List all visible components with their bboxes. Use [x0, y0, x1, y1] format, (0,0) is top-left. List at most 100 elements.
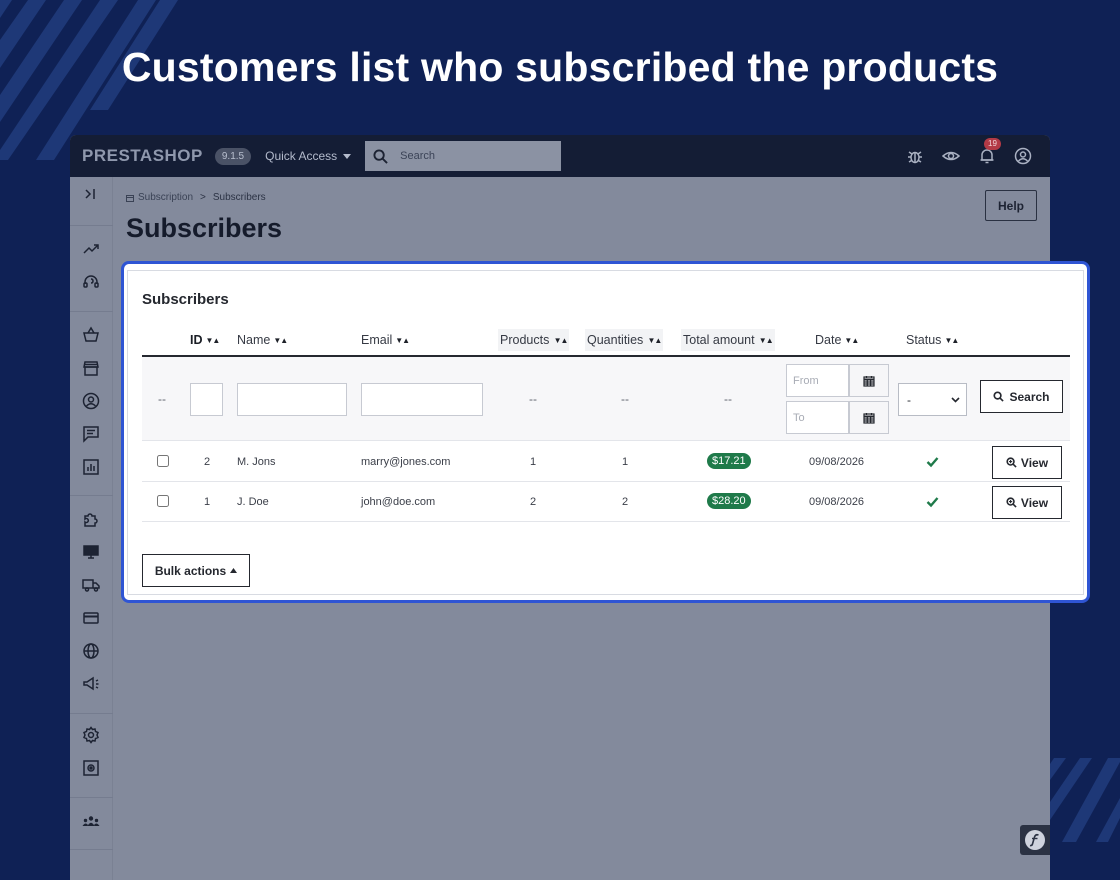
- bulk-actions-label: Bulk actions: [154, 563, 227, 578]
- megaphone-icon[interactable]: [82, 675, 100, 693]
- view-button[interactable]: View: [992, 486, 1062, 519]
- column-header-date[interactable]: Date ▼▲: [815, 329, 859, 351]
- caret-down-icon: [343, 153, 352, 159]
- column-header-status[interactable]: Status ▼▲: [906, 329, 959, 351]
- sidebar-divider: [70, 311, 113, 312]
- credit-card-icon[interactable]: [82, 609, 100, 627]
- filter-placeholder: --: [529, 392, 537, 406]
- cell-products: 1: [530, 456, 537, 468]
- calendar-icon: [863, 412, 875, 424]
- folder-icon: [126, 194, 134, 202]
- chevron-down-icon: [951, 396, 960, 403]
- search-icon: [993, 391, 1005, 402]
- notification-count: 19: [984, 138, 1001, 150]
- sidebar: [70, 177, 113, 880]
- name-filter-input[interactable]: [237, 383, 347, 416]
- globe-icon[interactable]: [82, 642, 100, 660]
- store-icon[interactable]: [82, 359, 100, 377]
- bell-icon[interactable]: 19: [978, 138, 1001, 165]
- symfony-icon[interactable]: [1020, 825, 1050, 855]
- sort-icon: ▼▲: [205, 335, 221, 345]
- column-label: Total amount: [683, 333, 755, 347]
- date-from-input[interactable]: [786, 364, 849, 397]
- view-button[interactable]: View: [992, 446, 1062, 479]
- cell-email: john@doe.com: [361, 496, 436, 508]
- check-icon: [926, 457, 939, 468]
- subscribers-card: Subscribers ID ▼▲ Name ▼▲ Email ▼▲ Products…: [127, 270, 1084, 595]
- top-search[interactable]: [365, 141, 562, 171]
- date-to-input[interactable]: [786, 401, 849, 434]
- stats-icon[interactable]: [82, 458, 100, 476]
- search-button-label: Search: [1009, 389, 1050, 404]
- column-label: ID: [190, 333, 203, 347]
- support-icon[interactable]: [82, 273, 100, 291]
- zoom-in-icon: [1006, 497, 1017, 508]
- table-row: 2 M. Jons marry@jones.com 1 1 $17.21 09/…: [142, 442, 1070, 482]
- top-bar: PRESTASHOP 9.1.5 Quick Access 19: [70, 135, 1050, 177]
- messages-icon[interactable]: [82, 425, 100, 443]
- sort-icon: ▼▲: [844, 335, 859, 345]
- monitor-icon[interactable]: [82, 543, 100, 561]
- column-label: Date: [815, 333, 842, 347]
- date-from-calendar-button[interactable]: [849, 364, 889, 397]
- puzzle-icon[interactable]: [82, 510, 100, 528]
- team-icon[interactable]: [82, 813, 100, 831]
- decorative-stripes: [1050, 758, 1120, 842]
- view-button-label: View: [1020, 455, 1049, 470]
- trending-up-icon[interactable]: [82, 240, 100, 258]
- truck-icon[interactable]: [82, 576, 100, 594]
- email-filter-input[interactable]: [361, 383, 483, 416]
- search-button[interactable]: Search: [980, 380, 1063, 413]
- customer-icon[interactable]: [82, 392, 100, 410]
- cell-total-amount: $28.20: [707, 493, 751, 509]
- status-filter-select[interactable]: -: [898, 383, 967, 416]
- column-header-id[interactable]: ID ▼▲: [190, 329, 221, 351]
- filter-placeholder: --: [621, 392, 629, 406]
- column-header-quantities[interactable]: Quantities ▼▲: [585, 329, 664, 351]
- cell-id: 1: [204, 496, 211, 508]
- quick-access-dropdown[interactable]: Quick Access: [265, 149, 352, 163]
- bulk-actions-button[interactable]: Bulk actions: [142, 554, 250, 587]
- sort-icon: ▼▲: [757, 335, 774, 345]
- hero-title: Customers list who subscribed the produc…: [121, 44, 999, 90]
- gear-square-icon[interactable]: [82, 759, 100, 777]
- help-button[interactable]: Help: [985, 190, 1037, 221]
- cell-total-amount: $17.21: [707, 453, 751, 469]
- breadcrumb: Subscription > Subscribers: [126, 192, 266, 203]
- version-badge: 9.1.5: [214, 147, 252, 165]
- id-filter-input[interactable]: [190, 383, 223, 416]
- column-header-total-amount[interactable]: Total amount ▼▲: [681, 329, 775, 351]
- column-label: Status: [906, 333, 942, 347]
- card-title: Subscribers: [142, 291, 229, 308]
- search-icon: [373, 148, 388, 164]
- user-circle-icon[interactable]: [1014, 147, 1032, 165]
- calendar-icon: [863, 375, 875, 387]
- quick-access-label: Quick Access: [265, 149, 338, 163]
- cell-email: marry@jones.com: [361, 456, 451, 468]
- cell-name: M. Jons: [237, 456, 276, 468]
- sort-icon: ▼▲: [646, 335, 663, 345]
- row-checkbox[interactable]: [157, 495, 169, 507]
- cell-date: 09/08/2026: [809, 496, 865, 508]
- breadcrumb-separator: >: [200, 192, 206, 203]
- sort-icon: ▼▲: [552, 335, 569, 345]
- cell-id: 2: [204, 456, 211, 468]
- filter-row: -- -- -- -- -: [142, 357, 1070, 441]
- bug-icon[interactable]: [906, 147, 924, 165]
- column-header-products[interactable]: Products ▼▲: [498, 329, 570, 351]
- filter-placeholder: --: [158, 392, 166, 406]
- page-title: Subscribers: [126, 213, 283, 243]
- collapse-icon[interactable]: [82, 185, 100, 203]
- date-to-calendar-button[interactable]: [849, 401, 889, 434]
- eye-icon[interactable]: [941, 147, 961, 165]
- prestashop-logo: PRESTASHOP: [82, 146, 203, 165]
- sidebar-divider: [70, 495, 113, 496]
- search-input[interactable]: [400, 150, 541, 162]
- column-header-name[interactable]: Name ▼▲: [237, 329, 288, 351]
- breadcrumb-parent[interactable]: Subscription: [138, 192, 193, 203]
- basket-icon[interactable]: [82, 326, 100, 344]
- gear-icon[interactable]: [82, 726, 100, 744]
- highlight-frame: Subscribers ID ▼▲ Name ▼▲ Email ▼▲ Products…: [121, 261, 1090, 603]
- row-checkbox[interactable]: [157, 455, 169, 467]
- column-header-email[interactable]: Email ▼▲: [361, 329, 410, 351]
